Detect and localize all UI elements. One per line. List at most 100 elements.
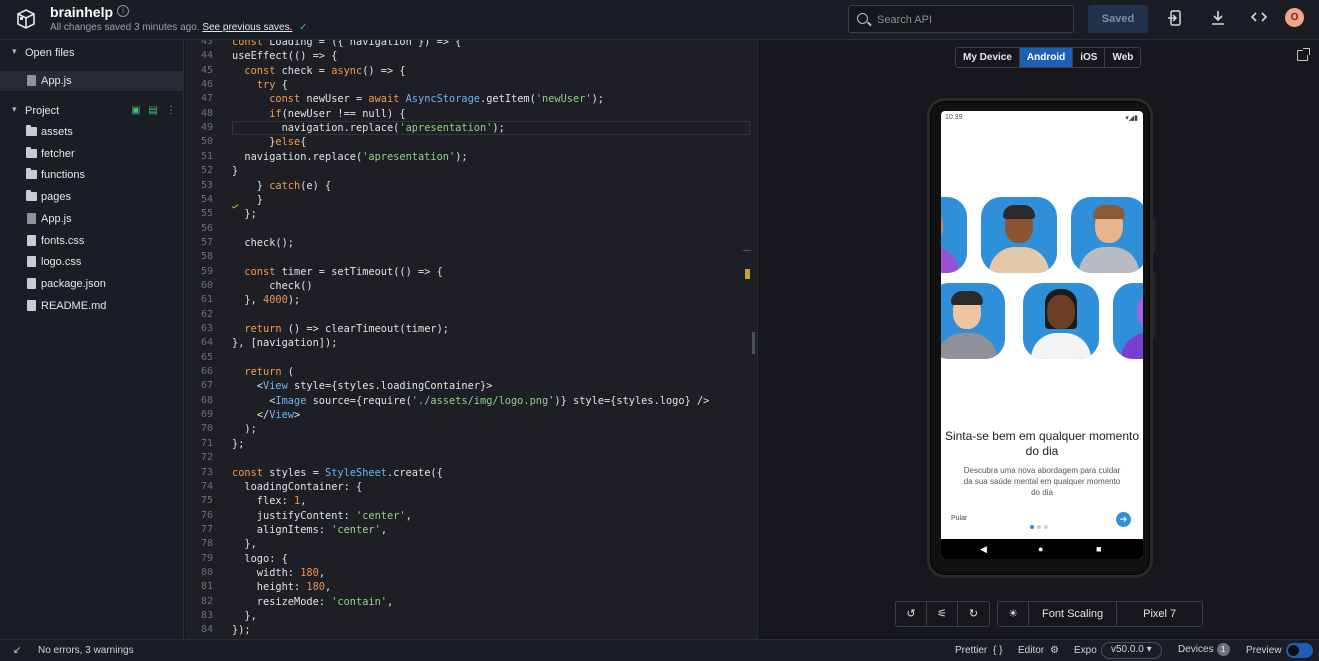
popout-icon[interactable]: [1297, 48, 1310, 61]
code-line[interactable]: resizeMode: 'contain',: [232, 596, 393, 608]
project-section-header[interactable]: ▾ Project ▣ ▤ ⋮: [0, 101, 184, 121]
search-box[interactable]: [848, 5, 1074, 33]
code-line[interactable]: };: [232, 438, 244, 450]
code-line[interactable]: </View>: [232, 409, 300, 421]
line-number: 53: [200, 179, 213, 191]
code-line[interactable]: navigation.replace('apresentation');: [232, 151, 467, 163]
status-indicator-icon[interactable]: ↙: [13, 645, 21, 656]
expo-version-select[interactable]: v50.0.0 ▾: [1101, 642, 1162, 659]
back-icon[interactable]: ◀: [980, 544, 987, 555]
tab-my-device[interactable]: My Device: [956, 48, 1020, 67]
code-line[interactable]: <Image source={require('./assets/img/log…: [232, 395, 709, 407]
app-title[interactable]: brainhelp: [50, 4, 113, 20]
device-screen[interactable]: 10:39 ▾◢▮ Sinta-se bem em qualquer momen…: [941, 111, 1143, 559]
code-line[interactable]: },: [232, 538, 256, 550]
line-number: 56: [200, 222, 213, 234]
search-input[interactable]: [877, 11, 1057, 28]
snack-logo-icon[interactable]: [14, 8, 38, 32]
tree-item-logo-css[interactable]: logo.css: [0, 252, 184, 272]
code-line[interactable]: }: [232, 194, 263, 206]
status-text[interactable]: No errors, 3 warnings: [38, 645, 134, 656]
prettier-braces-icon[interactable]: { }: [993, 645, 1002, 656]
code-line[interactable]: height: 180,: [232, 581, 331, 593]
open-file-app-js[interactable]: App.js: [0, 71, 184, 91]
code-line[interactable]: const styles = StyleSheet.create({: [232, 467, 443, 479]
code-line[interactable]: const timer = setTimeout(() => {: [232, 266, 442, 278]
tree-item-pages[interactable]: pages: [0, 187, 184, 207]
tree-item-package-json[interactable]: package.json: [0, 274, 184, 294]
previous-saves-link[interactable]: See previous saves.: [202, 22, 292, 33]
code-line[interactable]: const newUser = await AsyncStorage.getIt…: [232, 93, 604, 105]
embed-code-icon[interactable]: [1250, 10, 1268, 28]
tab-android[interactable]: Android: [1019, 48, 1074, 67]
code-line[interactable]: alignItems: 'center',: [232, 524, 387, 536]
tree-item-fonts-css[interactable]: fonts.css: [0, 231, 184, 251]
tab-web[interactable]: Web: [1105, 48, 1140, 67]
tab-ios[interactable]: iOS: [1073, 48, 1106, 67]
next-arrow-icon[interactable]: ➜: [1116, 512, 1131, 527]
new-file-icon[interactable]: ▣: [131, 105, 140, 116]
preview-toggle[interactable]: [1286, 643, 1313, 658]
line-number: 73: [200, 466, 213, 478]
open-device-icon[interactable]: [1166, 10, 1184, 28]
editor-label[interactable]: Editor: [1018, 645, 1044, 656]
tree-item-app-js[interactable]: App.js: [0, 209, 184, 229]
download-icon[interactable]: [1209, 10, 1227, 28]
code-line[interactable]: );: [232, 423, 256, 435]
gear-icon[interactable]: ⚙: [1050, 645, 1059, 656]
platform-tabs: My Device Android iOS Web: [955, 47, 1142, 68]
person-hair: [1003, 205, 1035, 219]
code-line[interactable]: if(newUser !== null) {: [232, 108, 405, 120]
tree-item-label: fonts.css: [41, 235, 85, 247]
code-line[interactable]: }: [232, 165, 238, 177]
more-options-icon[interactable]: ⋮: [166, 105, 176, 116]
theme-toggle-icon[interactable]: ☀: [998, 602, 1029, 626]
code-line[interactable]: <View style={styles.loadingContainer}>: [232, 380, 493, 392]
editor-scrollbar[interactable]: [752, 332, 755, 354]
user-avatar[interactable]: O: [1285, 8, 1304, 27]
code-line[interactable]: });: [232, 624, 251, 636]
code-line[interactable]: logo: {: [232, 553, 287, 565]
code-line[interactable]: useEffect(() => {: [232, 50, 337, 62]
code-line[interactable]: },: [232, 610, 256, 622]
tree-item-readme[interactable]: README.md: [0, 296, 184, 316]
open-file-item[interactable]: App.js: [0, 71, 184, 91]
font-scaling-button[interactable]: Font Scaling: [1029, 602, 1118, 626]
code-line[interactable]: const check = async() => {: [232, 65, 405, 77]
code-line[interactable]: loadingContainer: {: [232, 481, 362, 493]
new-folder-icon[interactable]: ▤: [149, 105, 158, 116]
recents-icon[interactable]: ■: [1096, 544, 1101, 554]
code-line[interactable]: width: 180,: [232, 567, 325, 579]
rotate-right-icon[interactable]: ↻: [958, 602, 989, 626]
code-line[interactable]: check();: [232, 237, 294, 249]
code-editor[interactable]: 43 const Loading = ({ navigation }) => {4…: [185, 40, 758, 639]
tree-item-assets[interactable]: assets: [0, 122, 184, 142]
skip-button[interactable]: Pular: [951, 515, 967, 522]
code-line[interactable]: }, [navigation]);: [232, 337, 337, 349]
code-line[interactable]: try {: [232, 79, 288, 91]
open-files-section-header[interactable]: ▾ Open files: [0, 43, 184, 63]
scrollbar-ruler: [743, 250, 751, 251]
code-line[interactable]: navigation.replace('apresentation');: [232, 122, 505, 134]
info-icon[interactable]: i: [117, 5, 129, 17]
prettier-label[interactable]: Prettier: [955, 645, 987, 656]
code-line[interactable]: justifyContent: 'center',: [232, 510, 412, 522]
tree-item-functions[interactable]: functions: [0, 165, 184, 185]
code-line[interactable]: };: [232, 208, 256, 220]
saved-button[interactable]: Saved: [1088, 5, 1148, 33]
code-line[interactable]: }else{: [232, 136, 306, 148]
line-number: 70: [200, 423, 213, 435]
home-icon[interactable]: ●: [1038, 544, 1043, 554]
tree-item-fetcher[interactable]: fetcher: [0, 144, 184, 164]
settings-sliders-icon[interactable]: ⚟: [927, 602, 958, 626]
code-line[interactable]: } catch(e) {: [232, 180, 331, 192]
devices-button[interactable]: Devices 1: [1178, 643, 1230, 656]
code-line[interactable]: }, 4000);: [232, 294, 300, 306]
code-line[interactable]: const Loading = ({ navigation }) => {: [232, 40, 461, 48]
code-line[interactable]: return () => clearTimeout(timer);: [232, 323, 449, 335]
code-line[interactable]: flex: 1,: [232, 495, 307, 507]
rotate-left-icon[interactable]: ↺: [896, 602, 927, 626]
code-line[interactable]: return (: [232, 366, 294, 378]
device-select[interactable]: Pixel 7: [1117, 602, 1202, 626]
code-line[interactable]: check(): [232, 280, 312, 292]
